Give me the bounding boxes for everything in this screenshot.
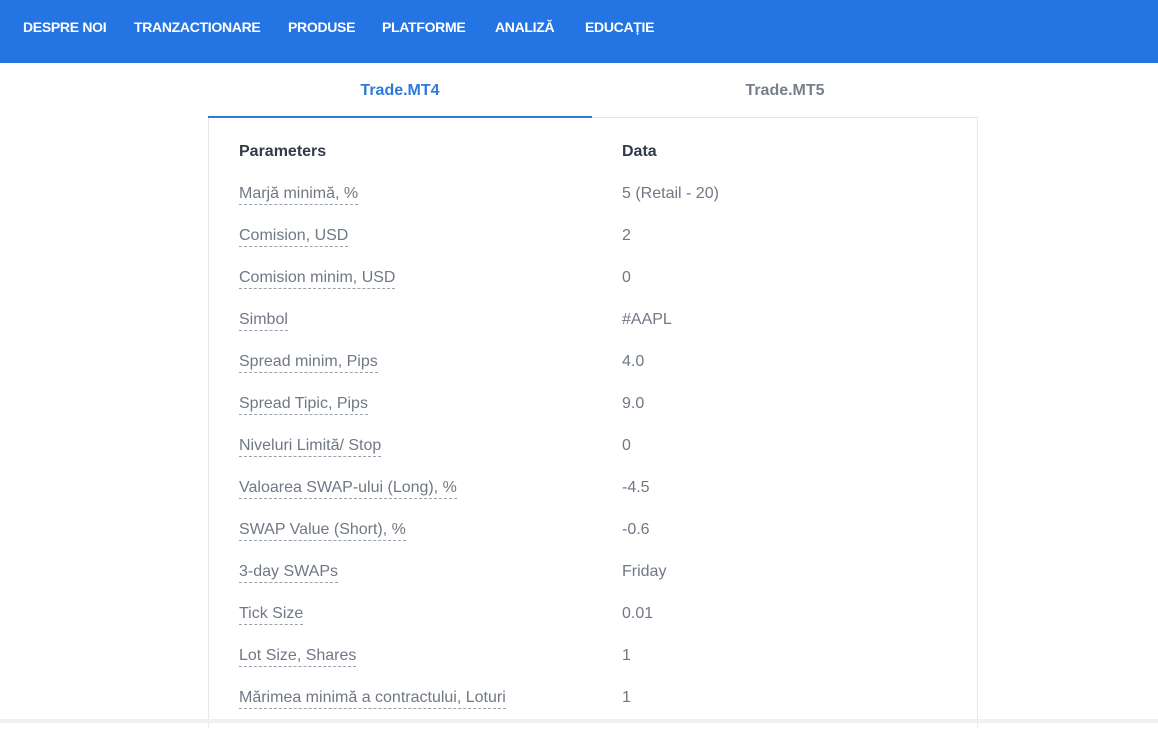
table-row: Marjă minimă, % 5 (Retail - 20) bbox=[209, 184, 977, 226]
param-value: 0 bbox=[622, 269, 631, 286]
param-label[interactable]: Lot Size, Shares bbox=[239, 646, 357, 667]
table-row: Simbol #AAPL bbox=[209, 310, 977, 352]
param-label[interactable]: Valoarea SWAP-ului (Long), % bbox=[239, 478, 457, 499]
table-row: 3-day SWAPs Friday bbox=[209, 562, 977, 604]
param-value: 2 bbox=[622, 227, 631, 244]
param-value: Friday bbox=[622, 563, 667, 580]
nav-item-platforme[interactable]: PLATFORME bbox=[382, 19, 466, 35]
param-label[interactable]: SWAP Value (Short), % bbox=[239, 520, 406, 541]
param-label[interactable]: Marjă minimă, % bbox=[239, 184, 359, 205]
param-value: 0 bbox=[622, 437, 631, 454]
platform-tabs: Trade.MT4 Trade.MT5 bbox=[208, 63, 978, 118]
top-navigation-bar: DESPRE NOI TRANZACTIONARE PRODUSE PLATFO… bbox=[0, 0, 1158, 63]
specifications-table: Parameters Data Marjă minimă, % 5 (Retai… bbox=[208, 118, 978, 728]
param-label[interactable]: Spread Tipic, Pips bbox=[239, 394, 368, 415]
param-value: 5 (Retail - 20) bbox=[622, 185, 719, 202]
table-row: Niveluri Limită/ Stop 0 bbox=[209, 436, 977, 478]
table-row: Mărimea minimă a contractului, Loturi 1 bbox=[209, 688, 977, 730]
tab-trade-mt4[interactable]: Trade.MT4 bbox=[208, 63, 592, 118]
param-label[interactable]: Comision minim, USD bbox=[239, 268, 396, 289]
table-row: Spread Tipic, Pips 9.0 bbox=[209, 394, 977, 436]
column-header-parameters: Parameters bbox=[239, 143, 327, 160]
param-value: 4.0 bbox=[622, 353, 645, 370]
table-row: Tick Size 0.01 bbox=[209, 604, 977, 646]
table-row: Comision, USD 2 bbox=[209, 226, 977, 268]
param-value: #AAPL bbox=[622, 311, 672, 328]
param-label[interactable]: Simbol bbox=[239, 310, 288, 331]
table-row: Spread minim, Pips 4.0 bbox=[209, 352, 977, 394]
param-label[interactable]: Niveluri Limită/ Stop bbox=[239, 436, 382, 457]
table-row: Valoarea SWAP-ului (Long), % -4.5 bbox=[209, 478, 977, 520]
nav-item-produse[interactable]: PRODUSE bbox=[288, 19, 355, 35]
nav-item-educatie[interactable]: EDUCAȚIE bbox=[585, 19, 654, 35]
param-label[interactable]: Comision, USD bbox=[239, 226, 349, 247]
param-label[interactable]: Mărimea minimă a contractului, Loturi bbox=[239, 688, 506, 709]
param-label[interactable]: 3-day SWAPs bbox=[239, 562, 338, 583]
param-label[interactable]: Spread minim, Pips bbox=[239, 352, 378, 373]
table-row: Comision minim, USD 0 bbox=[209, 268, 977, 310]
param-value: 1 bbox=[622, 647, 631, 664]
column-header-data: Data bbox=[622, 143, 657, 160]
param-value: 1 bbox=[622, 689, 631, 706]
tab-trade-mt5[interactable]: Trade.MT5 bbox=[592, 63, 978, 118]
table-row: Lot Size, Shares 1 bbox=[209, 646, 977, 688]
param-label[interactable]: Tick Size bbox=[239, 604, 304, 625]
param-value: -0.6 bbox=[622, 521, 650, 538]
param-value: 9.0 bbox=[622, 395, 645, 412]
page-bottom-edge bbox=[0, 719, 1158, 723]
param-value: 0.01 bbox=[622, 605, 654, 622]
nav-item-despre-noi[interactable]: DESPRE NOI bbox=[23, 19, 107, 35]
nav-item-analiza[interactable]: ANALIZĂ bbox=[495, 19, 555, 35]
table-row: SWAP Value (Short), % -0.6 bbox=[209, 520, 977, 562]
param-value: -4.5 bbox=[622, 479, 650, 496]
nav-item-tranzactionare[interactable]: TRANZACTIONARE bbox=[134, 19, 261, 35]
